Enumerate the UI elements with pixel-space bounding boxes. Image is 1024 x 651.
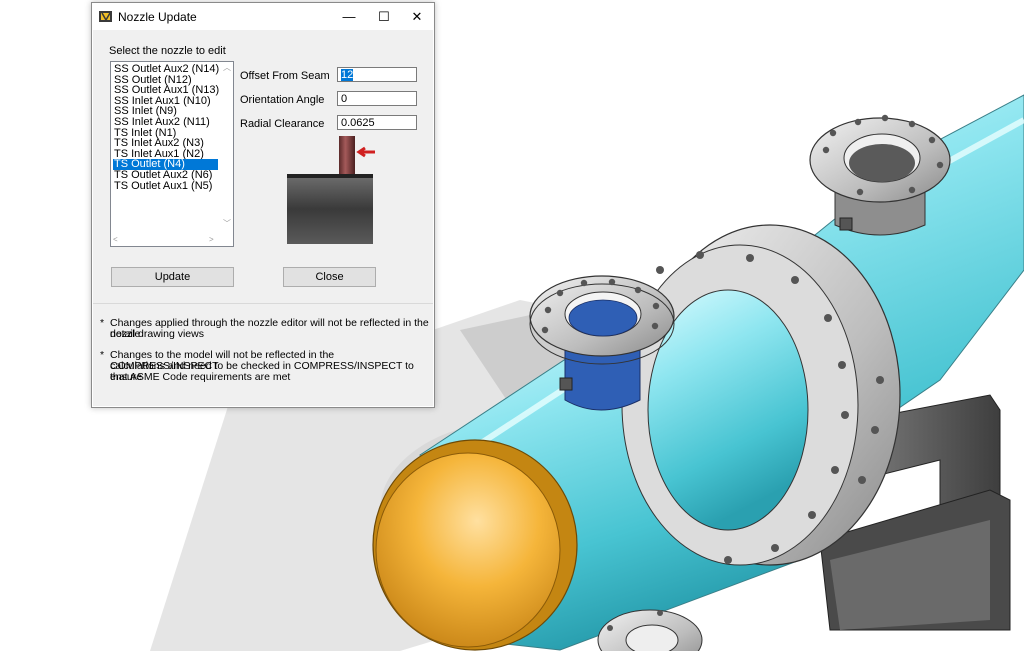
listbox-horizontal-scrollbar[interactable]: < > (111, 234, 221, 246)
note-2-bullet: * (100, 349, 105, 361)
scroll-down-icon[interactable]: ﹀ (223, 220, 231, 228)
body-flange (621, 224, 901, 566)
dialog-client: Select the nozzle to edit SS Outlet Aux2… (93, 30, 433, 406)
close-window-button[interactable]: ✕ (400, 3, 434, 30)
elliptical-head (372, 439, 578, 651)
clearance-label: Radial Clearance (240, 118, 325, 130)
maximize-icon: ☐ (378, 8, 390, 24)
close-icon: ✕ (411, 8, 423, 24)
note-1-bullet: * (100, 317, 105, 329)
angle-label: Orientation Angle (240, 94, 325, 106)
maximize-button[interactable]: ☐ (367, 3, 401, 30)
scroll-right-icon[interactable]: > (209, 236, 214, 244)
separator (93, 303, 433, 304)
update-button[interactable]: Update (111, 267, 234, 287)
offset-field[interactable]: 12 (337, 67, 417, 82)
dialog-title: Nozzle Update (118, 10, 197, 24)
nozzle-listbox[interactable]: SS Outlet Aux2 (N14) SS Outlet (N12) SS Ou… (110, 61, 234, 247)
listbox-vertical-scrollbar[interactable]: ︿ ﹀ (221, 62, 233, 234)
nozzle-list-item[interactable]: TS Outlet Aux1 (N5) (113, 180, 218, 192)
note-2-line-3: that ASME Code requirements are met (110, 371, 291, 383)
clearance-value: 0.0625 (341, 117, 375, 129)
select-nozzle-label: Select the nozzle to edit (109, 45, 226, 57)
note-1-line-2: detail drawing views (110, 328, 204, 340)
close-button[interactable]: Close (283, 267, 376, 287)
offset-value: 12 (341, 69, 354, 81)
nozzle-preview-image (283, 136, 377, 248)
minimize-icon: — (342, 9, 356, 24)
app-icon (99, 11, 112, 22)
scroll-up-icon[interactable]: ︿ (223, 64, 231, 72)
title-bar[interactable]: Nozzle Update — ☐ ✕ (92, 3, 434, 30)
angle-value: 0 (341, 93, 348, 105)
offset-label: Offset From Seam (240, 70, 330, 82)
nozzle-update-dialog: Nozzle Update — ☐ ✕ Select the nozzle to… (91, 2, 435, 408)
clearance-field[interactable]: 0.0625 (337, 115, 417, 130)
scroll-left-icon[interactable]: < (113, 236, 118, 244)
minimize-button[interactable]: — (332, 3, 366, 30)
angle-field[interactable]: 0 (337, 91, 417, 106)
